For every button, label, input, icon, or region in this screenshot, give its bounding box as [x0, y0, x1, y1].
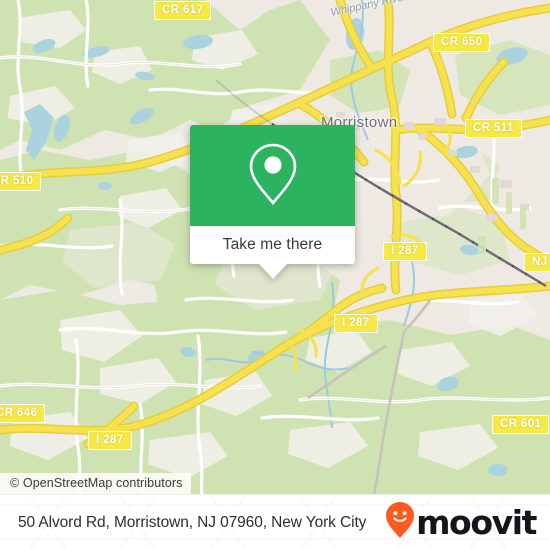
route-shield-i-287-north[interactable]: I 287: [383, 242, 427, 262]
route-shield-cr-646[interactable]: CR 646: [0, 404, 46, 424]
route-shield-i-287-south[interactable]: I 287: [88, 431, 132, 451]
destination-callout-card[interactable]: Take me there: [190, 125, 355, 279]
map-canvas[interactable]: Whippany River Morristown CR 617 CR 650 …: [0, 0, 550, 494]
route-shield-cr-650[interactable]: CR 650: [433, 33, 491, 53]
osm-attribution[interactable]: © OpenStreetMap contributors: [0, 473, 191, 494]
route-shield-cr-601[interactable]: CR 601: [492, 415, 550, 435]
route-shield-cr-511[interactable]: CR 511: [465, 119, 522, 139]
moovit-smiley-pin-icon: [385, 501, 415, 544]
route-shield-i-287-center[interactable]: I 287: [334, 314, 378, 334]
callout-pointer: [258, 264, 287, 279]
callout-icon-area: [190, 125, 355, 226]
moovit-wordmark: moovit: [416, 503, 537, 542]
route-shield-cr-510[interactable]: CR 510: [0, 172, 42, 192]
footer-bar: 50 Alvord Rd, Morristown, NJ 07960, New …: [0, 494, 550, 550]
route-shield-nj-24[interactable]: NJ 24: [524, 253, 550, 273]
address-text: 50 Alvord Rd, Morristown, NJ 07960, New …: [18, 513, 367, 531]
route-shield-cr-617[interactable]: CR 617: [154, 1, 212, 21]
moovit-map-screen: Whippany River Morristown CR 617 CR 650 …: [0, 0, 550, 550]
map-pin-icon: [245, 141, 301, 211]
take-me-there-label: Take me there: [222, 236, 323, 253]
take-me-there-button[interactable]: Take me there: [190, 226, 355, 264]
moovit-logo[interactable]: moovit: [385, 501, 537, 544]
